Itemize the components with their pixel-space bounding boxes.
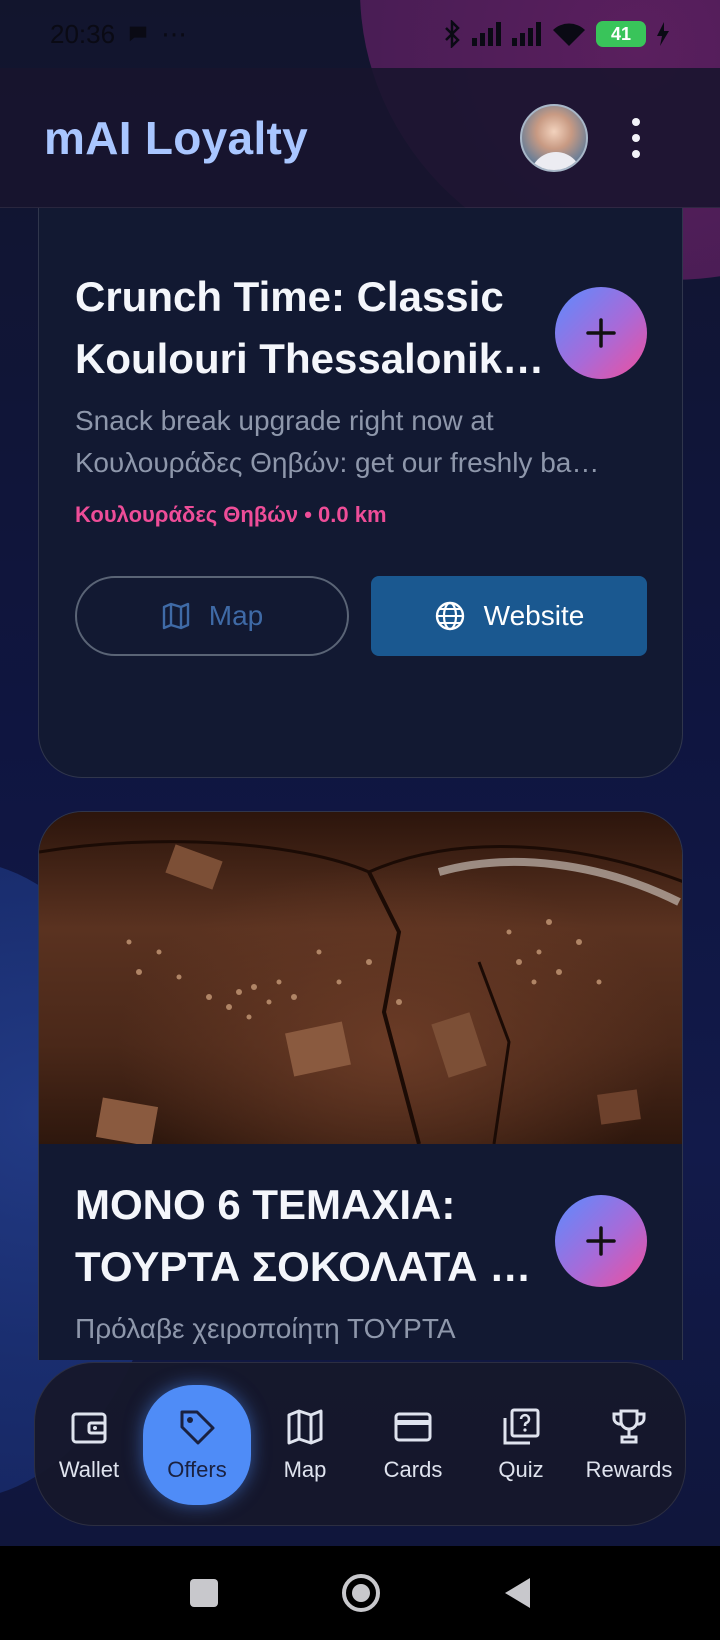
message-icon <box>129 26 147 42</box>
offer-description: Snack break upgrade right now at Κουλουρ… <box>75 405 600 478</box>
credit-card-icon <box>394 1412 432 1442</box>
signal-icon-2 <box>512 22 541 46</box>
nav-rewards[interactable]: Rewards <box>575 1385 683 1505</box>
signal-icon <box>472 22 501 46</box>
plus-icon <box>586 318 616 348</box>
trophy-icon <box>612 1409 646 1444</box>
bluetooth-icon <box>445 20 460 48</box>
add-offer-button[interactable] <box>555 287 647 379</box>
wifi-icon <box>553 23 585 46</box>
offer-card[interactable]: Crunch Time: Classic Koulouri Thessaloni… <box>38 208 683 778</box>
offer-title: ΜΟΝΟ 6 ΤΕΜΑΧΙΑ: ΤΟΥΡΤΑ ΣΟΚΟΛΑΤΑ σ… <box>75 1181 545 1290</box>
more-vert-icon[interactable] <box>628 118 644 158</box>
status-bar: 20:36 ⋯ 41 <box>0 0 720 68</box>
bottom-nav: Wallet Offers Map Cards Quiz Rewards <box>34 1362 686 1526</box>
avatar[interactable] <box>520 104 588 172</box>
nav-wallet[interactable]: Wallet <box>35 1385 143 1505</box>
app-bar: mAI Loyalty <box>0 68 720 208</box>
nav-map[interactable]: Map <box>251 1385 359 1505</box>
offer-merchant: Κουλουράδες Θηβών • 0.0 km <box>75 502 387 527</box>
status-more: ⋯ <box>161 18 188 49</box>
offers-list[interactable]: Crunch Time: Classic Koulouri Thessaloni… <box>0 208 720 1360</box>
recents-icon[interactable] <box>188 1577 220 1609</box>
quiz-icon <box>503 1408 540 1445</box>
back-icon[interactable] <box>502 1576 532 1610</box>
offer-image <box>39 812 682 1147</box>
offer-description: Πρόλαβε χειροποίητη ΤΟΥΡΤΑ <box>75 1313 456 1344</box>
offer-card[interactable]: ΜΟΝΟ 6 ΤΕΜΑΧΙΑ: ΤΟΥΡΤΑ ΣΟΚΟΛΑΤΑ σ… Πρόλα… <box>38 811 683 1360</box>
charging-icon <box>657 22 669 46</box>
globe-icon <box>435 601 464 631</box>
status-time: 20:36 <box>50 18 116 49</box>
add-offer-button[interactable] <box>555 1195 647 1287</box>
tag-icon <box>180 1410 215 1445</box>
map-icon <box>287 1409 323 1445</box>
website-button[interactable]: Website <box>371 576 647 656</box>
map-button[interactable]: Map <box>75 576 349 656</box>
map-icon <box>162 602 189 630</box>
nav-offers[interactable]: Offers <box>143 1385 251 1505</box>
home-icon[interactable] <box>340 1572 382 1614</box>
wallet-icon <box>71 1412 107 1444</box>
system-nav-bar <box>0 1546 720 1640</box>
nav-cards[interactable]: Cards <box>359 1385 467 1505</box>
app-title: mAI Loyalty <box>44 111 309 164</box>
nav-quiz[interactable]: Quiz <box>467 1385 575 1505</box>
offer-title: Crunch Time: Classic Koulouri Thessaloni… <box>75 273 545 382</box>
plus-icon <box>586 1226 616 1256</box>
battery-indicator: 41 <box>596 21 646 47</box>
